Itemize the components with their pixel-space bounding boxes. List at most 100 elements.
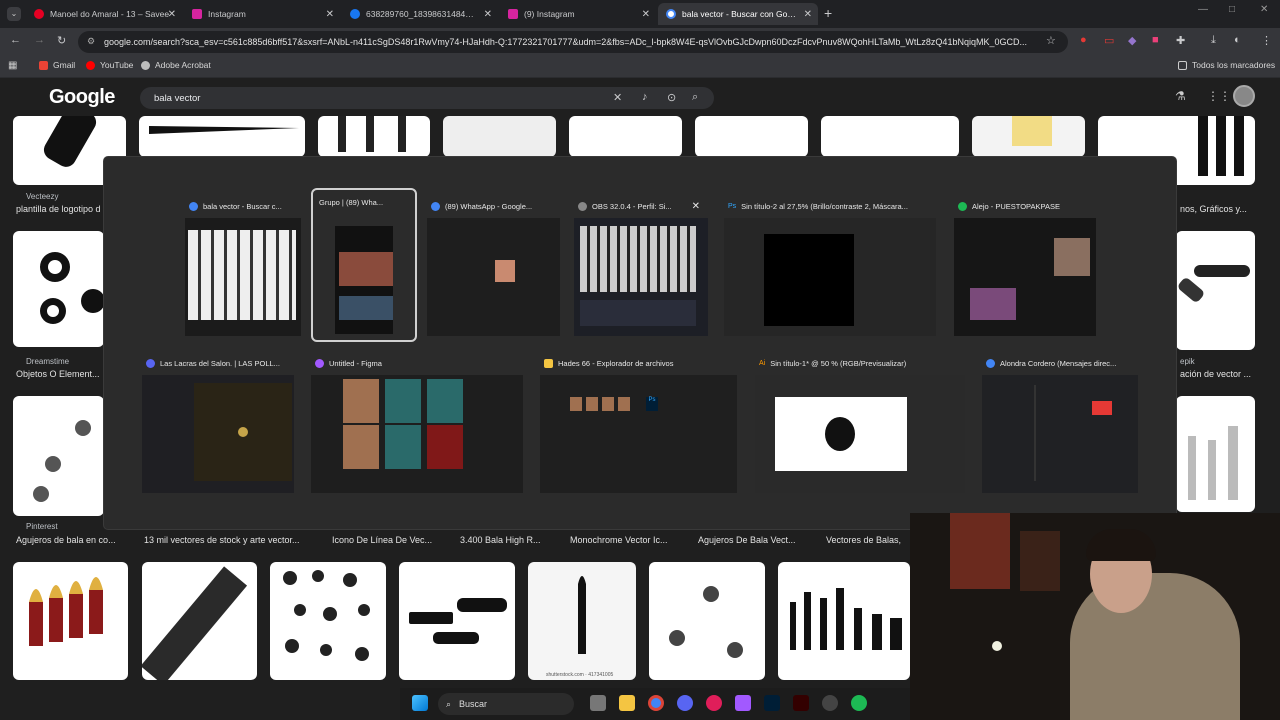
window-title: Alejo - PUESTOPAKPASE <box>972 201 1060 211</box>
switcher-window[interactable]: bala vector - Buscar c... <box>185 196 301 336</box>
result-image[interactable] <box>270 562 386 680</box>
windows-start-icon[interactable] <box>412 695 428 711</box>
switcher-window[interactable]: Las Lacras del Salon. | LAS POLL... <box>142 353 294 493</box>
switcher-window[interactable]: Alondra Cordero (Mensajes direc... <box>982 353 1138 493</box>
result-caption[interactable]: 3.400 Bala High R... <box>460 535 541 545</box>
slack-icon[interactable] <box>706 695 722 711</box>
result-image[interactable] <box>1176 396 1255 512</box>
avatar[interactable] <box>1233 85 1255 107</box>
result-image[interactable] <box>13 396 104 516</box>
new-tab-button[interactable]: + <box>824 5 832 21</box>
result-image[interactable] <box>695 116 808 157</box>
google-logo[interactable]: Google <box>49 86 115 109</box>
menu-kebab-icon[interactable]: ⋮ <box>1261 34 1272 47</box>
switcher-window[interactable]: Alejo - PUESTOPAKPASE <box>954 196 1096 336</box>
forward-icon[interactable]: → <box>34 34 45 46</box>
site-info-icon[interactable]: ⚙ <box>87 36 95 47</box>
close-tab-icon[interactable]: ✕ <box>168 9 176 20</box>
switcher-window[interactable]: Ai Sin título-1* @ 50 % (RGB/Previsualiza… <box>755 353 965 493</box>
minimize-icon[interactable]: — <box>1198 4 1208 15</box>
result-image[interactable] <box>139 116 305 157</box>
discord-icon[interactable] <box>677 695 693 711</box>
close-tab-icon[interactable]: ✕ <box>642 9 650 20</box>
gold-bullets-graphic <box>29 577 103 646</box>
taskbar-search[interactable]: ⌕ Buscar <box>438 693 574 715</box>
result-image[interactable] <box>1176 231 1255 350</box>
download-icon[interactable]: ⤓ <box>1211 34 1216 47</box>
result-image[interactable]: shutterstock.com · 417341005 <box>528 562 636 680</box>
back-icon[interactable]: ← <box>10 34 21 46</box>
clear-icon[interactable]: ✕ <box>613 91 622 104</box>
mic-icon[interactable]: ♪ <box>642 91 648 103</box>
lens-icon[interactable]: ⊙ <box>667 91 676 104</box>
result-image[interactable] <box>443 116 556 157</box>
extension-icon[interactable]: ● <box>1080 34 1087 46</box>
result-caption[interactable]: Objetos O Element... <box>16 369 100 379</box>
result-caption[interactable]: Vectores de Balas, <box>826 535 901 545</box>
switcher-window[interactable]: Untitled - Figma <box>311 353 523 493</box>
browser-tab[interactable]: 638289760_18398631484178590 ✕ <box>342 3 498 25</box>
illustrator-icon[interactable] <box>793 695 809 711</box>
result-caption[interactable]: 13 mil vectores de stock y arte vector..… <box>144 535 300 545</box>
tab-search-icon[interactable]: ⌄ <box>7 7 21 21</box>
extension-icon[interactable]: ■ <box>1152 34 1159 46</box>
profile-icon[interactable]: ◐ <box>1234 34 1241 46</box>
result-image[interactable] <box>569 116 682 157</box>
result-image[interactable] <box>778 562 910 680</box>
close-tab-icon[interactable]: ✕ <box>804 9 812 20</box>
browser-tab[interactable]: Manoel do Amaral - 13 – Savee ✕ <box>26 3 182 25</box>
result-image[interactable] <box>649 562 765 680</box>
photoshop-icon[interactable] <box>764 695 780 711</box>
reload-icon[interactable]: ↻ <box>57 34 66 47</box>
result-image[interactable] <box>13 231 104 347</box>
browser-tab[interactable]: Instagram ✕ <box>184 3 340 25</box>
close-tab-icon[interactable]: ✕ <box>484 9 492 20</box>
close-window-icon[interactable]: ✕ <box>1260 4 1268 15</box>
spotify-icon[interactable] <box>851 695 867 711</box>
close-window-icon[interactable]: ✕ <box>692 201 700 212</box>
figma-icon[interactable] <box>735 695 751 711</box>
result-caption[interactable]: Agujeros De Bala Vect... <box>698 535 796 545</box>
result-image[interactable] <box>13 562 128 680</box>
close-tab-icon[interactable]: ✕ <box>326 9 334 20</box>
extension-icon[interactable]: ▭ <box>1104 34 1114 47</box>
address-bar[interactable]: ⚙ google.com/search?sca_esv=c561c885d6bf… <box>78 31 1068 53</box>
search-input[interactable]: bala vector ✕ ♪ ⊙ ⌕ <box>140 87 714 109</box>
maximize-icon[interactable]: □ <box>1229 4 1235 15</box>
result-caption[interactable]: Monochrome Vector Ic... <box>570 535 668 545</box>
all-bookmarks[interactable]: Todos los marcadores <box>1178 60 1275 70</box>
switcher-window-selected[interactable]: Grupo | (89) Wha... <box>311 188 417 342</box>
result-caption[interactable]: Icono De Línea De Vec... <box>332 535 432 545</box>
browser-tab[interactable]: (9) Instagram ✕ <box>500 3 656 25</box>
result-image[interactable] <box>821 116 959 157</box>
switcher-window[interactable]: Ps Sin título-2 al 27,5% (Brillo/contrast… <box>724 196 936 336</box>
result-image[interactable] <box>142 562 257 680</box>
result-caption[interactable]: nos, Gráficos y... <box>1180 204 1247 214</box>
obs-icon[interactable] <box>822 695 838 711</box>
chrome-icon[interactable] <box>648 695 664 711</box>
browser-tab-active[interactable]: bala vector - Buscar con Google ✕ <box>658 3 818 25</box>
apps-grid-icon[interactable]: ▦ <box>8 60 17 71</box>
bookmark-star-icon[interactable]: ☆ <box>1046 34 1056 47</box>
switcher-window[interactable]: (89) WhatsApp - Google... <box>427 196 560 336</box>
result-image[interactable] <box>318 116 430 157</box>
window-title: Untitled - Figma <box>329 358 382 368</box>
result-image[interactable] <box>399 562 515 680</box>
result-image[interactable] <box>972 116 1085 157</box>
bookmark-gmail[interactable]: Gmail <box>39 60 75 70</box>
switcher-window[interactable]: OBS 32.0.4 - Perfil: Si... ✕ <box>574 196 708 336</box>
search-icon[interactable]: ⌕ <box>692 91 698 104</box>
taskview-icon[interactable] <box>590 695 606 711</box>
bookmark-acrobat[interactable]: Adobe Acrobat <box>141 60 211 70</box>
apps-grid-icon[interactable]: ⋮⋮ <box>1207 89 1231 103</box>
labs-flask-icon[interactable]: ⚗ <box>1175 89 1186 103</box>
extensions-puzzle-icon[interactable]: ✚ <box>1176 34 1185 47</box>
window-title: OBS 32.0.4 - Perfil: Si... <box>592 201 672 211</box>
result-caption[interactable]: Agujeros de bala en co... <box>16 535 116 545</box>
bookmark-youtube[interactable]: YouTube <box>86 60 133 70</box>
result-caption[interactable]: ación de vector ... <box>1180 369 1251 379</box>
result-caption[interactable]: plantilla de logotipo d <box>16 204 101 214</box>
extension-icon[interactable]: ◆ <box>1128 34 1136 47</box>
file-explorer-icon[interactable] <box>619 695 635 711</box>
switcher-window[interactable]: Hades 66 - Explorador de archivos Ps <box>540 353 737 493</box>
